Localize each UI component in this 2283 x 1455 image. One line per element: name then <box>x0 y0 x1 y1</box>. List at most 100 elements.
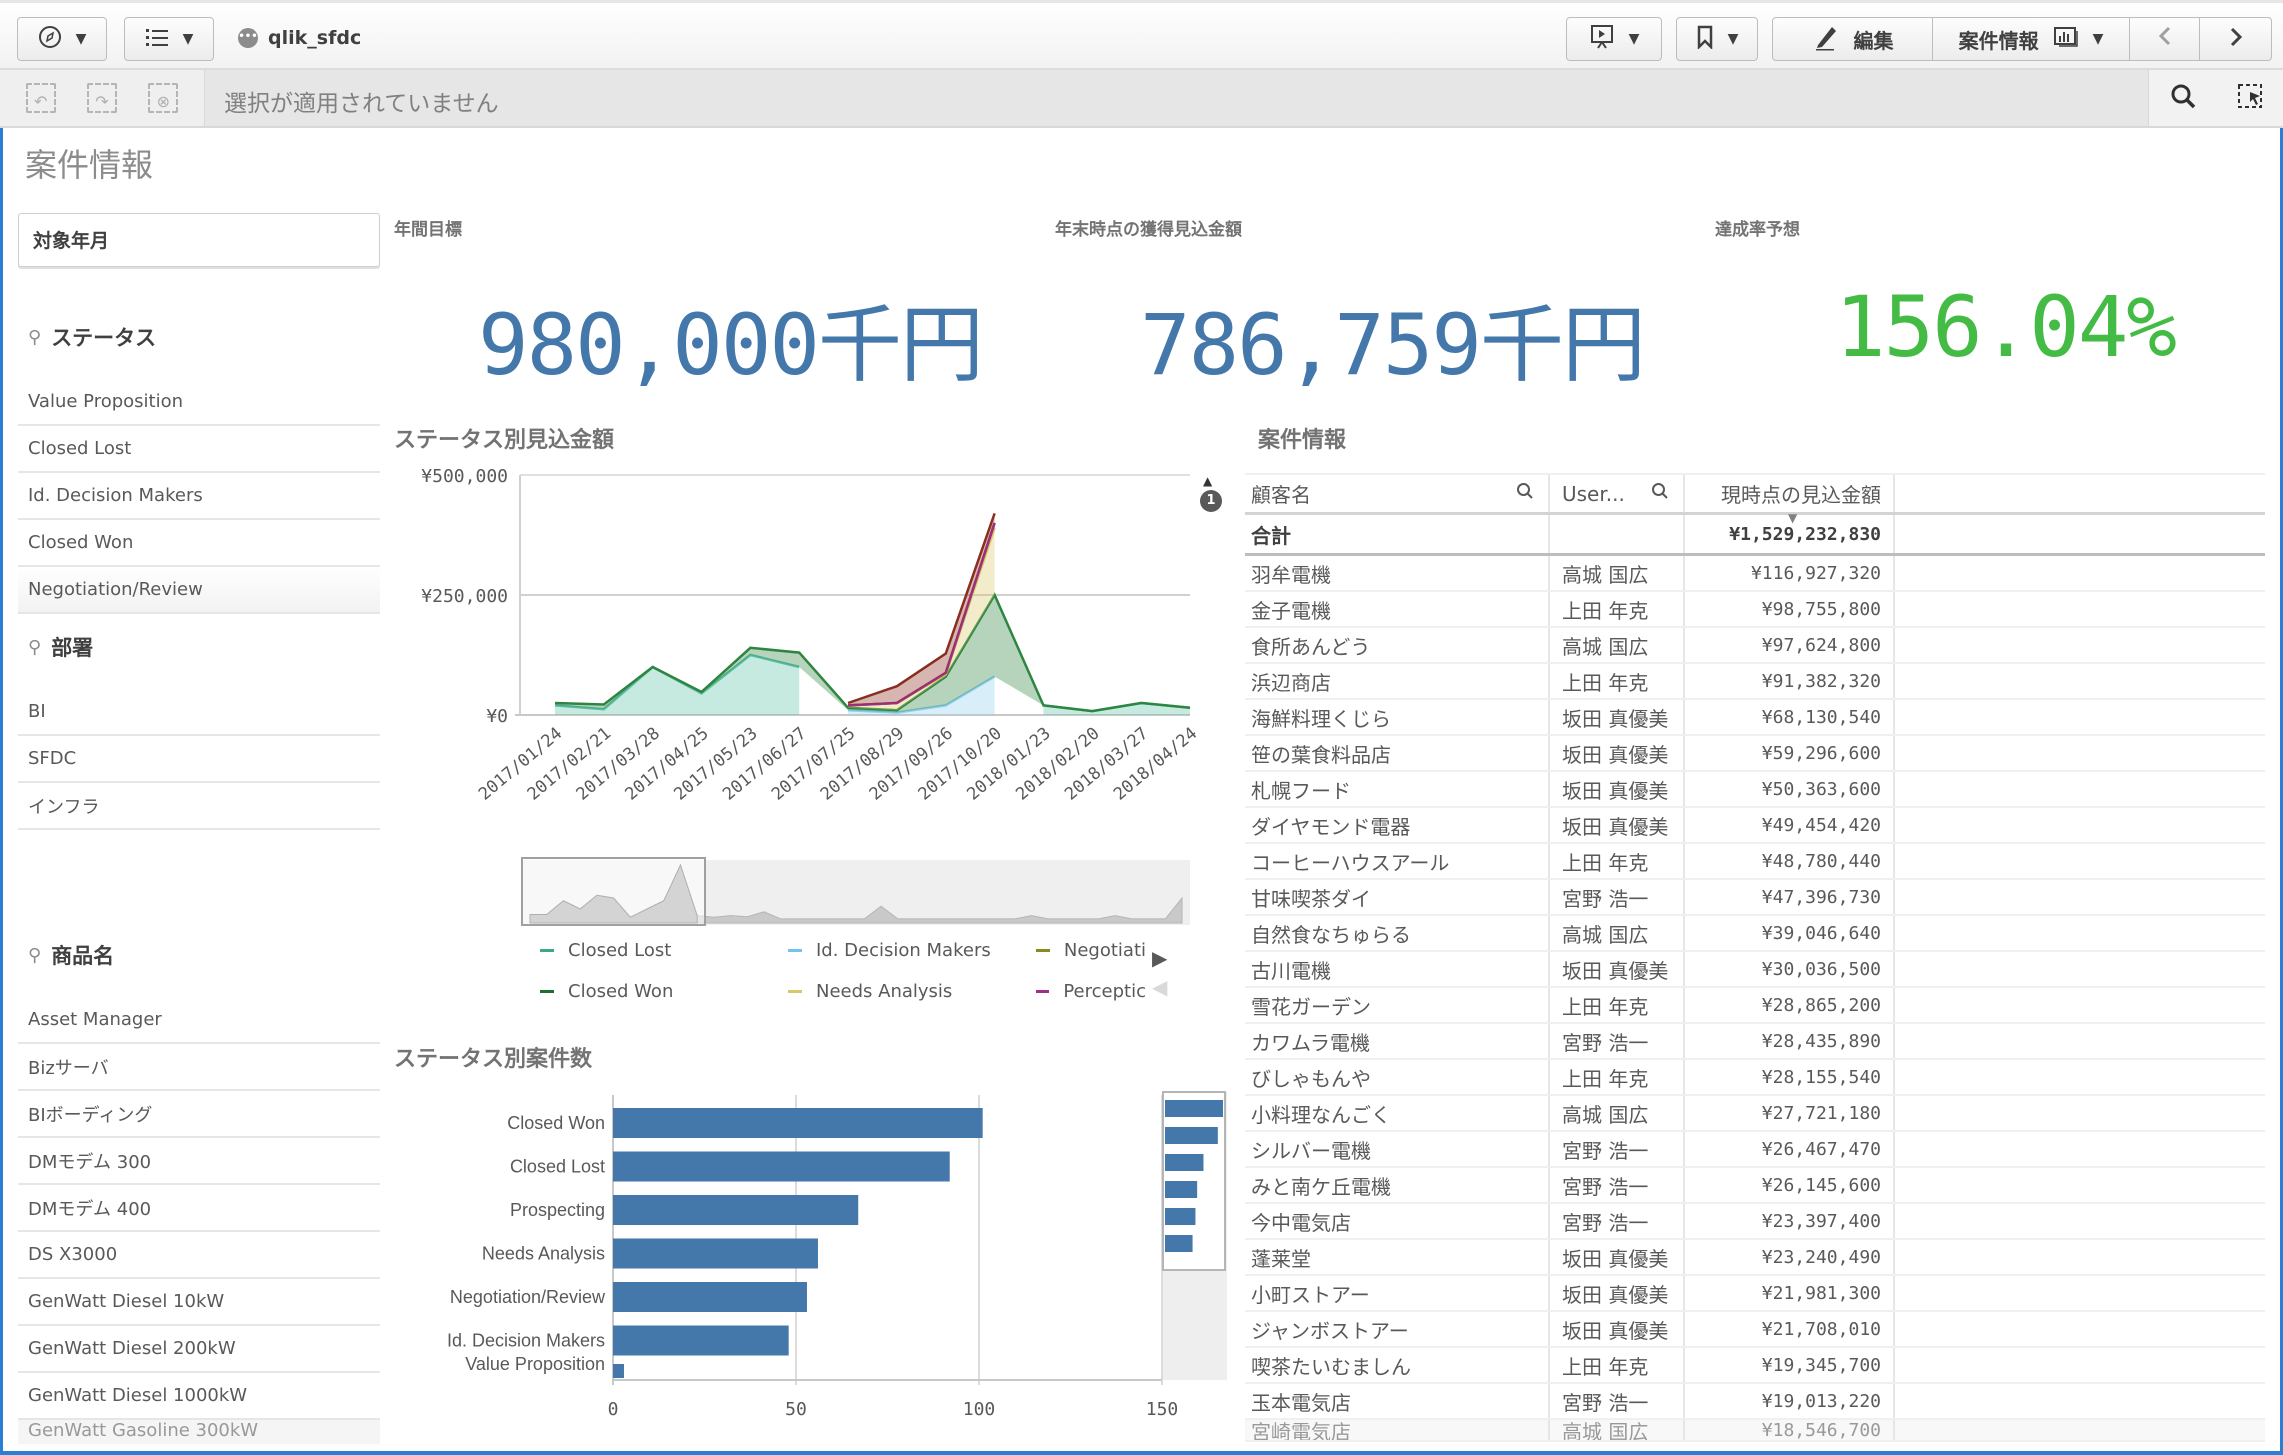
bar-id-decision-makers <box>613 1325 789 1356</box>
caret-down-icon: ▼ <box>182 31 194 47</box>
department-filter-item[interactable]: BI <box>18 689 380 736</box>
product-filter-item[interactable]: GenWatt Diesel 10kW <box>18 1279 380 1326</box>
next-sheet-button[interactable] <box>2200 18 2271 60</box>
status-filter-item[interactable]: Negotiation/Review <box>18 567 380 614</box>
selection-tool-icon[interactable] <box>2236 82 2264 114</box>
product-filter-item[interactable]: GenWatt Gasoline 300kW <box>18 1420 380 1444</box>
product-filter-item[interactable]: Bizサーバ <box>18 1044 380 1091</box>
x-tick-label: 100 <box>963 1399 996 1420</box>
search-icon[interactable] <box>2169 82 2197 114</box>
department-filter-item[interactable]: SFDC <box>18 736 380 783</box>
user-cell: 宮野 浩一 <box>1550 1168 1685 1202</box>
status-filter-item[interactable]: Closed Lost <box>18 426 380 473</box>
bar-chart[interactable]: 0 50 100 150 Closed Won Closed Lost Prospectin… <box>385 1080 1235 1420</box>
step-forward-icon[interactable]: ↷ <box>86 83 117 113</box>
legend-item[interactable]: Closed Lost <box>540 940 671 961</box>
user-cell: 坂田 真優美 <box>1550 1312 1685 1346</box>
app-overview-button[interactable]: ▼ <box>124 17 214 61</box>
legend-prev-icon[interactable]: ◀ <box>1152 975 1167 999</box>
table-row[interactable]: 羽牟電機 高城 国広 ¥116,927,320 <box>1245 556 2265 592</box>
search-icon[interactable]: ⚲ <box>28 945 41 966</box>
scroll-up-icon[interactable]: ▲ <box>1203 474 1212 488</box>
product-filter-item[interactable]: DS X3000 <box>18 1232 380 1279</box>
amount-cell: ¥98,755,800 <box>1685 592 1895 626</box>
product-filter-item[interactable]: GenWatt Diesel 1000kW <box>18 1373 380 1420</box>
user-cell: 上田 年克 <box>1550 1348 1685 1382</box>
present-button[interactable]: ▼ <box>1566 17 1662 61</box>
status-filter-item[interactable]: Id. Decision Makers <box>18 473 380 520</box>
table-row[interactable]: 小料理なんごく 高城 国広 ¥27,721,180 <box>1245 1096 2265 1132</box>
search-icon[interactable] <box>1651 482 1669 505</box>
product-filter-item[interactable]: DMモデム 300 <box>18 1138 380 1185</box>
amount-cell: ¥39,046,640 <box>1685 916 1895 950</box>
previous-sheet-button[interactable] <box>2130 18 2200 60</box>
table-row[interactable]: ダイヤモンド電器 坂田 真優美 ¥49,454,420 <box>1245 808 2265 844</box>
department-filter-header[interactable]: ⚲ 部署 <box>18 625 380 669</box>
user-cell: 宮野 浩一 <box>1550 1204 1685 1238</box>
search-icon[interactable]: ⚲ <box>28 327 41 348</box>
amount-cell: ¥23,397,400 <box>1685 1204 1895 1238</box>
product-filter-header[interactable]: ⚲ 商品名 <box>18 933 380 977</box>
legend-label: Negotiati <box>1063 940 1146 961</box>
table-row[interactable]: 海鮮料理くじら 坂田 真優美 ¥68,130,540 <box>1245 700 2265 736</box>
search-icon[interactable] <box>1516 482 1534 505</box>
table-row[interactable]: 金子電機 上田 年克 ¥98,755,800 <box>1245 592 2265 628</box>
table-row[interactable]: 浜辺商店 上田 年克 ¥91,382,320 <box>1245 664 2265 700</box>
amount-cell: ¥49,454,420 <box>1685 808 1895 842</box>
product-filter-item[interactable]: BIボーディング <box>18 1091 380 1138</box>
table-row[interactable]: 食所あんどう 高城 国広 ¥97,624,800 <box>1245 628 2265 664</box>
table-row[interactable]: 雪花ガーデン 上田 年克 ¥28,865,200 <box>1245 988 2265 1024</box>
table-row[interactable]: 宮崎電気店 高城 国広 ¥18,546,700 <box>1245 1420 2265 1442</box>
table-row[interactable]: びしゃもんや 上田 年克 ¥28,155,540 <box>1245 1060 2265 1096</box>
status-filter-item[interactable]: Value Proposition <box>18 379 380 426</box>
product-filter-item[interactable]: GenWatt Diesel 200kW <box>18 1326 380 1373</box>
table-row[interactable]: 自然食なちゅらる 高城 国広 ¥39,046,640 <box>1245 916 2265 952</box>
area-chart[interactable]: ¥0¥250,000¥500,0002017/01/242017/02/2120… <box>385 460 1235 930</box>
table-row[interactable]: 小町ストアー 坂田 真優美 ¥21,981,300 <box>1245 1276 2265 1312</box>
table-row[interactable]: みと南ケ丘電機 宮野 浩一 ¥26,145,600 <box>1245 1168 2265 1204</box>
legend-item[interactable]: Negotiati <box>1036 940 1146 961</box>
status-filter-item[interactable]: Closed Won <box>18 520 380 567</box>
navigation-menu-button[interactable]: ▼ <box>17 17 107 61</box>
amount-cell: ¥47,396,730 <box>1685 880 1895 914</box>
clear-selections-icon[interactable]: ⊗ <box>148 83 179 113</box>
legend-item[interactable]: Perceptic <box>1036 981 1146 1002</box>
bar-negotiation-review <box>613 1282 807 1312</box>
x-tick-label: 150 <box>1146 1399 1179 1420</box>
edit-button[interactable]: 編集 <box>1773 18 1933 60</box>
table-row[interactable]: 喫茶たいむましん 上田 年克 ¥19,345,700 <box>1245 1348 2265 1384</box>
product-filter-item[interactable]: Asset Manager <box>18 997 380 1044</box>
x-tick-label: 50 <box>785 1399 807 1420</box>
table-row[interactable]: ジャンボストアー 坂田 真優美 ¥21,708,010 <box>1245 1312 2265 1348</box>
legend-next-icon[interactable]: ▶ <box>1152 946 1167 970</box>
product-filter-item[interactable]: DMモデム 400 <box>18 1185 380 1232</box>
user-cell: 高城 国広 <box>1550 1420 1685 1440</box>
department-filter-item[interactable]: インフラ <box>18 783 380 830</box>
column-header-user[interactable]: User... <box>1550 475 1685 512</box>
total-label: 合計 <box>1245 515 1550 553</box>
legend-item[interactable]: Needs Analysis <box>788 981 952 1002</box>
legend-item[interactable]: Closed Won <box>540 981 673 1002</box>
minimap-bar <box>1165 1208 1196 1225</box>
table-row[interactable]: 蓬莱堂 坂田 真優美 ¥23,240,490 <box>1245 1240 2265 1276</box>
table-row[interactable]: 札幌フード 坂田 真優美 ¥50,363,600 <box>1245 772 2265 808</box>
table-row[interactable]: 玉本電気店 宮野 浩一 ¥19,013,220 <box>1245 1384 2265 1420</box>
bookmarks-button[interactable]: ▼ <box>1676 17 1758 61</box>
legend-item[interactable]: Id. Decision Makers <box>788 940 991 961</box>
table-row[interactable]: シルバー電機 宮野 浩一 ¥26,467,470 <box>1245 1132 2265 1168</box>
bar-closed-won <box>613 1108 983 1138</box>
date-filter[interactable]: 対象年月 <box>18 213 380 267</box>
sheet-selector-button[interactable]: 案件情報 ▼ <box>1933 18 2130 60</box>
search-icon[interactable]: ⚲ <box>28 637 41 658</box>
table-row[interactable]: コーヒーハウスアール 上田 年克 ¥48,780,440 <box>1245 844 2265 880</box>
table-row[interactable]: 今中電気店 宮野 浩一 ¥23,397,400 <box>1245 1204 2265 1240</box>
column-header-amount[interactable]: 現時点の見込金額 <box>1685 475 1895 512</box>
scroll-badge[interactable]: 1 <box>1200 490 1222 512</box>
table-row[interactable]: 笹の葉食料品店 坂田 真優美 ¥59,296,600 <box>1245 736 2265 772</box>
table-row[interactable]: カワムラ電機 宮野 浩一 ¥28,435,890 <box>1245 1024 2265 1060</box>
table-row[interactable]: 甘味喫茶ダイ 宮野 浩一 ¥47,396,730 <box>1245 880 2265 916</box>
table-row[interactable]: 古川電機 坂田 真優美 ¥30,036,500 <box>1245 952 2265 988</box>
column-header-customer[interactable]: 顧客名 <box>1245 475 1550 512</box>
step-back-icon[interactable]: ↶ <box>25 83 56 113</box>
status-filter-header[interactable]: ⚲ ステータス <box>18 315 380 359</box>
